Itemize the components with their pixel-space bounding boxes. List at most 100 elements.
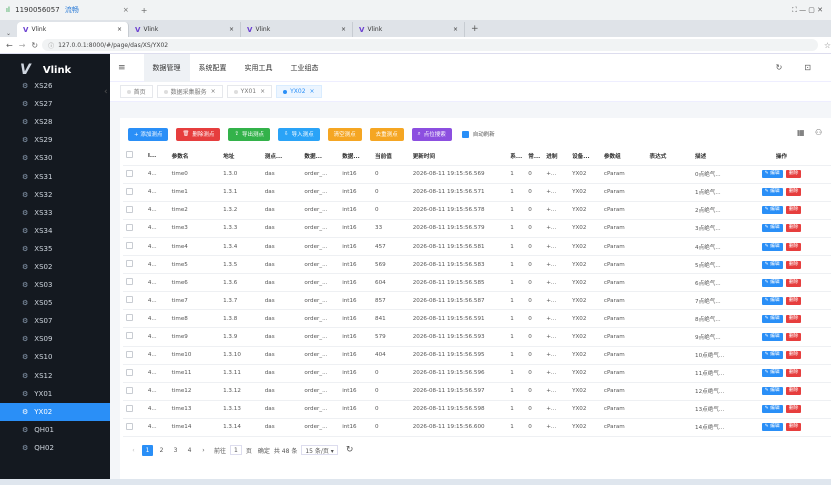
row-checkbox[interactable] bbox=[123, 291, 145, 311]
page-size-select[interactable]: 15 条/页 ▾ bbox=[301, 445, 338, 455]
delete-button[interactable]: 删除 bbox=[785, 351, 802, 360]
sidebar-item-xs27[interactable]: ⚙ XS27 bbox=[0, 95, 110, 113]
edit-button[interactable]: ✎ 编辑 bbox=[761, 260, 783, 269]
tab-list-icon[interactable]: ⌄ bbox=[0, 30, 17, 37]
sidebar-item-xs02[interactable]: ⚙ XS02 bbox=[0, 258, 110, 276]
url-input[interactable]: ⓘ 127.0.0.1:8000/#/page/das/XS/YX02 bbox=[42, 39, 818, 51]
row-checkbox[interactable] bbox=[123, 400, 145, 419]
sidebar-item-xs03[interactable]: ⚙ XS03 bbox=[0, 276, 110, 294]
edit-button[interactable]: ✎ 编辑 bbox=[761, 423, 783, 432]
sidebar-item-xs28[interactable]: ⚙ XS28 bbox=[0, 113, 110, 131]
menu-tools[interactable]: 实用工具 bbox=[236, 54, 282, 82]
sidebar-item-yx01[interactable]: ⚙ YX01 bbox=[0, 385, 110, 403]
row-checkbox[interactable] bbox=[123, 309, 145, 329]
row-checkbox[interactable] bbox=[123, 219, 145, 238]
sidebar-item-qh02[interactable]: ⚙ QH02 bbox=[0, 439, 110, 457]
sidebar-item-xs07[interactable]: ⚙ XS07 bbox=[0, 312, 110, 330]
edit-button[interactable]: ✎ 编辑 bbox=[761, 224, 783, 233]
row-checkbox[interactable] bbox=[123, 364, 145, 383]
export-point-button[interactable]: ⇪ 导出测点 bbox=[228, 127, 270, 141]
sidebar-item-xs33[interactable]: ⚙ XS33 bbox=[0, 204, 110, 222]
row-checkbox[interactable] bbox=[123, 327, 145, 347]
row-checkbox[interactable] bbox=[123, 237, 145, 257]
sidebar-item-xs32[interactable]: ⚙ XS32 bbox=[0, 186, 110, 204]
sidebar-item-xs26[interactable]: ⚙ XS26 bbox=[0, 77, 110, 95]
edit-button[interactable]: ✎ 编辑 bbox=[761, 206, 783, 215]
new-tab-button[interactable]: + bbox=[465, 24, 485, 37]
delete-button[interactable]: 删除 bbox=[785, 332, 802, 341]
page-2[interactable]: 2 bbox=[156, 445, 167, 456]
sidebar-item-xs05[interactable]: ⚙ XS05 bbox=[0, 294, 110, 312]
column-settings-icon[interactable]: ▦ bbox=[797, 128, 805, 137]
row-checkbox[interactable] bbox=[123, 418, 145, 438]
close-icon[interactable]: × bbox=[211, 88, 216, 95]
close-icon[interactable]: × bbox=[117, 26, 122, 33]
delete-button[interactable]: 删除 bbox=[785, 278, 802, 287]
browser-tab-2[interactable]: V Vlink × bbox=[129, 22, 242, 37]
delete-button[interactable]: 删除 bbox=[785, 206, 802, 215]
delete-button[interactable]: 删除 bbox=[785, 224, 802, 233]
close-icon[interactable]: × bbox=[453, 26, 458, 33]
tags-back-icon[interactable]: ‹ bbox=[104, 87, 108, 97]
delete-button[interactable]: 删除 bbox=[785, 423, 802, 432]
back-icon[interactable]: ← bbox=[6, 41, 13, 50]
edit-button[interactable]: ✎ 编辑 bbox=[761, 278, 783, 287]
row-checkbox[interactable] bbox=[123, 165, 145, 184]
sidebar-item-xs12[interactable]: ⚙ XS12 bbox=[0, 367, 110, 385]
row-checkbox[interactable] bbox=[123, 273, 145, 293]
window-new-tab[interactable]: + bbox=[141, 6, 148, 15]
edit-button[interactable]: ✎ 编辑 bbox=[761, 369, 783, 378]
window-close-tab[interactable]: × bbox=[123, 6, 129, 14]
refresh-icon[interactable]: ↻ bbox=[776, 63, 783, 72]
browser-tab-3[interactable]: V Vlink × bbox=[241, 22, 354, 37]
edit-button[interactable]: ✎ 编辑 bbox=[761, 242, 783, 251]
confirm-button[interactable]: 确定 bbox=[258, 446, 270, 455]
sidebar-item-yx02[interactable]: ⚙ YX02 bbox=[0, 402, 110, 421]
add-point-button[interactable]: + 添加测点 bbox=[128, 127, 169, 141]
delete-button[interactable]: 删除 bbox=[785, 369, 802, 378]
dedupe-point-button[interactable]: 去重测点 bbox=[369, 127, 404, 141]
sidebar-item-xs29[interactable]: ⚙ XS29 bbox=[0, 131, 110, 149]
edit-button[interactable]: ✎ 编辑 bbox=[761, 332, 783, 341]
next-page-button[interactable]: › bbox=[198, 445, 209, 456]
menu-industrial-config[interactable]: 工业组态 bbox=[282, 54, 328, 82]
delete-button[interactable]: 删除 bbox=[785, 314, 802, 323]
close-icon[interactable]: × bbox=[310, 88, 315, 95]
tag-yx01[interactable]: YX01 × bbox=[226, 85, 273, 98]
prev-page-button[interactable]: ‹ bbox=[128, 445, 139, 456]
delete-button[interactable]: 删除 bbox=[785, 170, 802, 179]
delete-button[interactable]: 删除 bbox=[785, 242, 802, 251]
goto-page-input[interactable]: 1 bbox=[230, 445, 242, 455]
page-4[interactable]: 4 bbox=[184, 445, 195, 456]
bookmark-star-icon[interactable]: ☆ bbox=[824, 41, 831, 50]
menu-data-management[interactable]: 数据管理 bbox=[143, 53, 190, 82]
pager-refresh-icon[interactable]: ↻ bbox=[346, 445, 354, 455]
delete-button[interactable]: 删除 bbox=[785, 188, 802, 197]
edit-button[interactable]: ✎ 编辑 bbox=[761, 351, 783, 360]
auto-refresh-checkbox[interactable]: 自动刷新 bbox=[461, 130, 495, 138]
delete-button[interactable]: 删除 bbox=[785, 387, 802, 396]
edit-button[interactable]: ✎ 编辑 bbox=[761, 387, 783, 396]
browser-tab-4[interactable]: V Vlink × bbox=[353, 22, 466, 37]
edit-button[interactable]: ✎ 编辑 bbox=[761, 314, 783, 323]
delete-button[interactable]: 删除 bbox=[785, 296, 802, 305]
tag-yx02[interactable]: YX02 × bbox=[276, 85, 322, 98]
fullscreen-icon[interactable]: ⊡ bbox=[804, 63, 811, 72]
tag-home[interactable]: 首页 bbox=[119, 85, 153, 98]
select-all-checkbox[interactable] bbox=[123, 147, 145, 166]
edit-button[interactable]: ✎ 编辑 bbox=[761, 170, 783, 179]
close-icon[interactable]: × bbox=[341, 26, 346, 33]
sidebar-item-xs35[interactable]: ⚙ XS35 bbox=[0, 240, 110, 258]
row-checkbox[interactable] bbox=[123, 255, 145, 275]
sidebar-item-qh01[interactable]: ⚙ QH01 bbox=[0, 421, 110, 439]
forward-icon[interactable]: → bbox=[19, 41, 26, 50]
collapse-menu-icon[interactable]: ≡ bbox=[118, 63, 126, 73]
close-icon[interactable]: × bbox=[229, 26, 234, 33]
sidebar-item-xs10[interactable]: ⚙ XS10 bbox=[0, 348, 110, 366]
delete-button[interactable]: 删除 bbox=[785, 260, 802, 269]
clear-point-button[interactable]: 清空测点 bbox=[327, 127, 362, 141]
reload-icon[interactable]: ↻ bbox=[31, 41, 38, 50]
user-icon[interactable]: ⚇ bbox=[815, 128, 822, 137]
menu-system-config[interactable]: 系统配置 bbox=[190, 54, 236, 82]
sidebar-item-xs30[interactable]: ⚙ XS30 bbox=[0, 149, 110, 167]
